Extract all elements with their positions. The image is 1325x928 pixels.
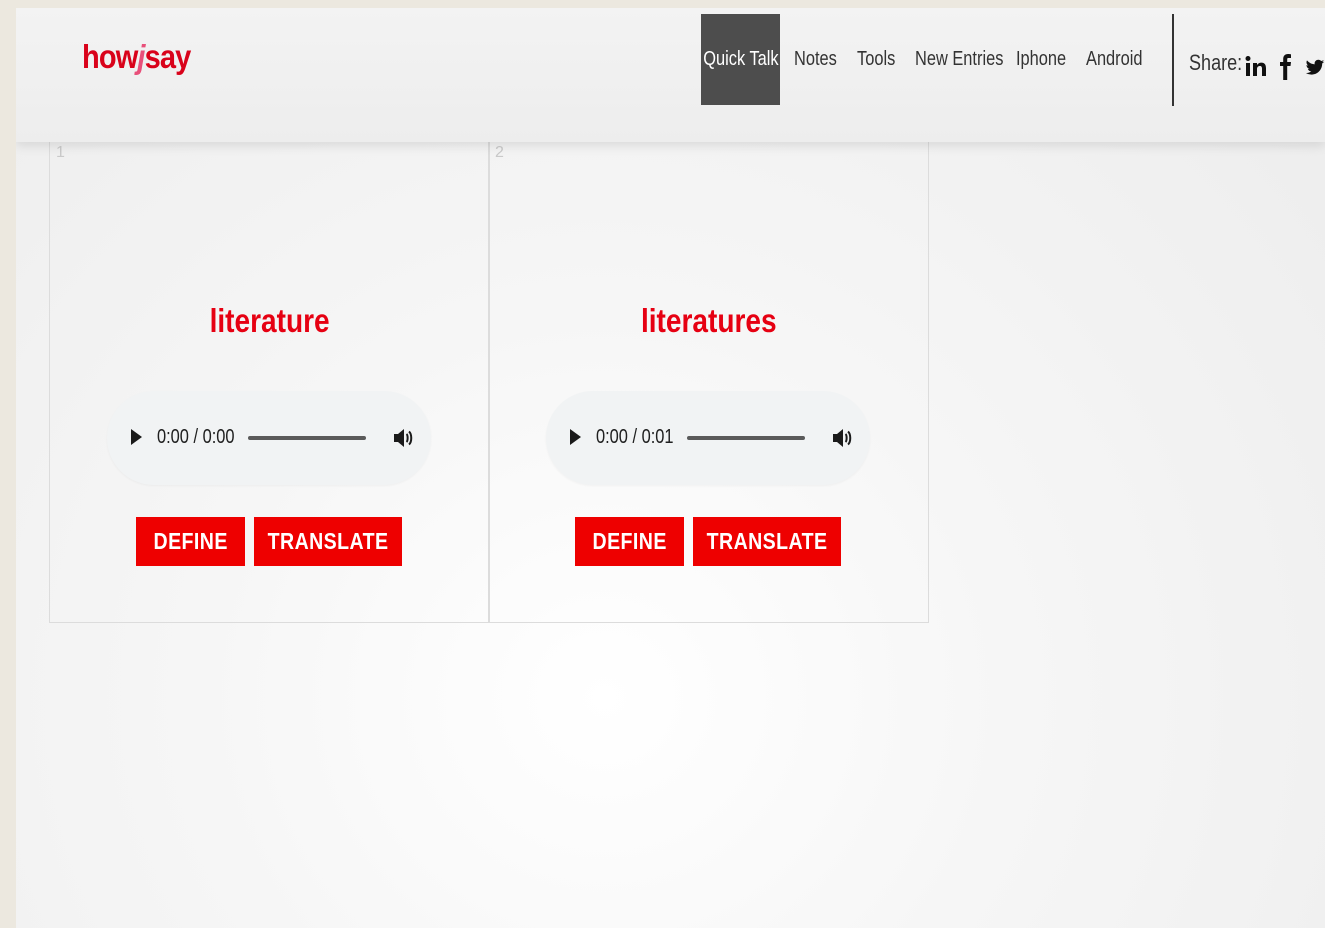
linkedin-icon[interactable]: [1245, 54, 1267, 80]
nav-item-tools[interactable]: Tools: [857, 14, 895, 105]
define-button-label: DEFINE: [153, 528, 228, 554]
translate-button-label: TRANSLATE: [267, 528, 389, 554]
nav-item-quick-talk[interactable]: Quick Talk: [701, 14, 780, 105]
nav-item-label: Quick Talk: [702, 48, 779, 70]
audio-time: 0:00 / 0:01: [596, 426, 674, 448]
card-number: 2: [495, 144, 504, 161]
volume-icon[interactable]: [832, 427, 852, 449]
play-icon[interactable]: [570, 429, 581, 445]
define-button[interactable]: DEFINE: [136, 517, 245, 566]
word-text: literatures: [640, 302, 777, 339]
audio-progress-slider[interactable]: [687, 436, 805, 440]
nav-item-new-entries[interactable]: New Entries: [915, 14, 1003, 105]
word-text: literature: [209, 302, 330, 339]
page: howjsay Quick Talk Notes Tools New Entri…: [16, 8, 1325, 928]
share-label: Share:: [1189, 50, 1243, 75]
nav-item-android[interactable]: Android: [1086, 14, 1143, 105]
define-button[interactable]: DEFINE: [575, 517, 684, 566]
translate-button-label: TRANSLATE: [706, 528, 828, 554]
site-header: howjsay Quick Talk Notes Tools New Entri…: [16, 8, 1325, 142]
nav-item-label: New Entries: [915, 48, 1004, 70]
audio-time: 0:00 / 0:00: [157, 426, 235, 448]
audio-player[interactable]: 0:00 / 0:00: [107, 391, 431, 485]
audio-progress-slider[interactable]: [248, 436, 366, 440]
word-title[interactable]: literatures: [489, 302, 928, 340]
card-number: 1: [56, 144, 65, 161]
define-button-label: DEFINE: [592, 528, 667, 554]
logo-text-say: say: [144, 38, 192, 75]
volume-icon[interactable]: [393, 427, 413, 449]
facebook-icon[interactable]: [1280, 54, 1292, 80]
nav-item-iphone[interactable]: Iphone: [1016, 14, 1066, 105]
play-icon[interactable]: [131, 429, 142, 445]
translate-button[interactable]: TRANSLATE: [254, 517, 402, 566]
audio-player[interactable]: 0:00 / 0:01: [546, 391, 870, 485]
nav-item-label: Tools: [857, 48, 896, 70]
logo[interactable]: howjsay: [82, 38, 192, 76]
nav-item-label: Android: [1086, 48, 1143, 70]
nav-item-notes[interactable]: Notes: [794, 14, 837, 105]
logo-text-how: how: [82, 38, 138, 75]
twitter-icon[interactable]: [1305, 54, 1325, 80]
word-card: 2 literatures 0:00 / 0:01 DEFINE TRANSLA…: [488, 142, 929, 623]
nav-divider: [1172, 14, 1174, 106]
nav-item-label: Iphone: [1016, 48, 1067, 70]
word-card: 1 literature 0:00 / 0:00 DEFINE TRANSLAT…: [49, 142, 490, 623]
nav-item-label: Notes: [794, 48, 837, 70]
word-title[interactable]: literature: [50, 302, 489, 340]
translate-button[interactable]: TRANSLATE: [693, 517, 841, 566]
